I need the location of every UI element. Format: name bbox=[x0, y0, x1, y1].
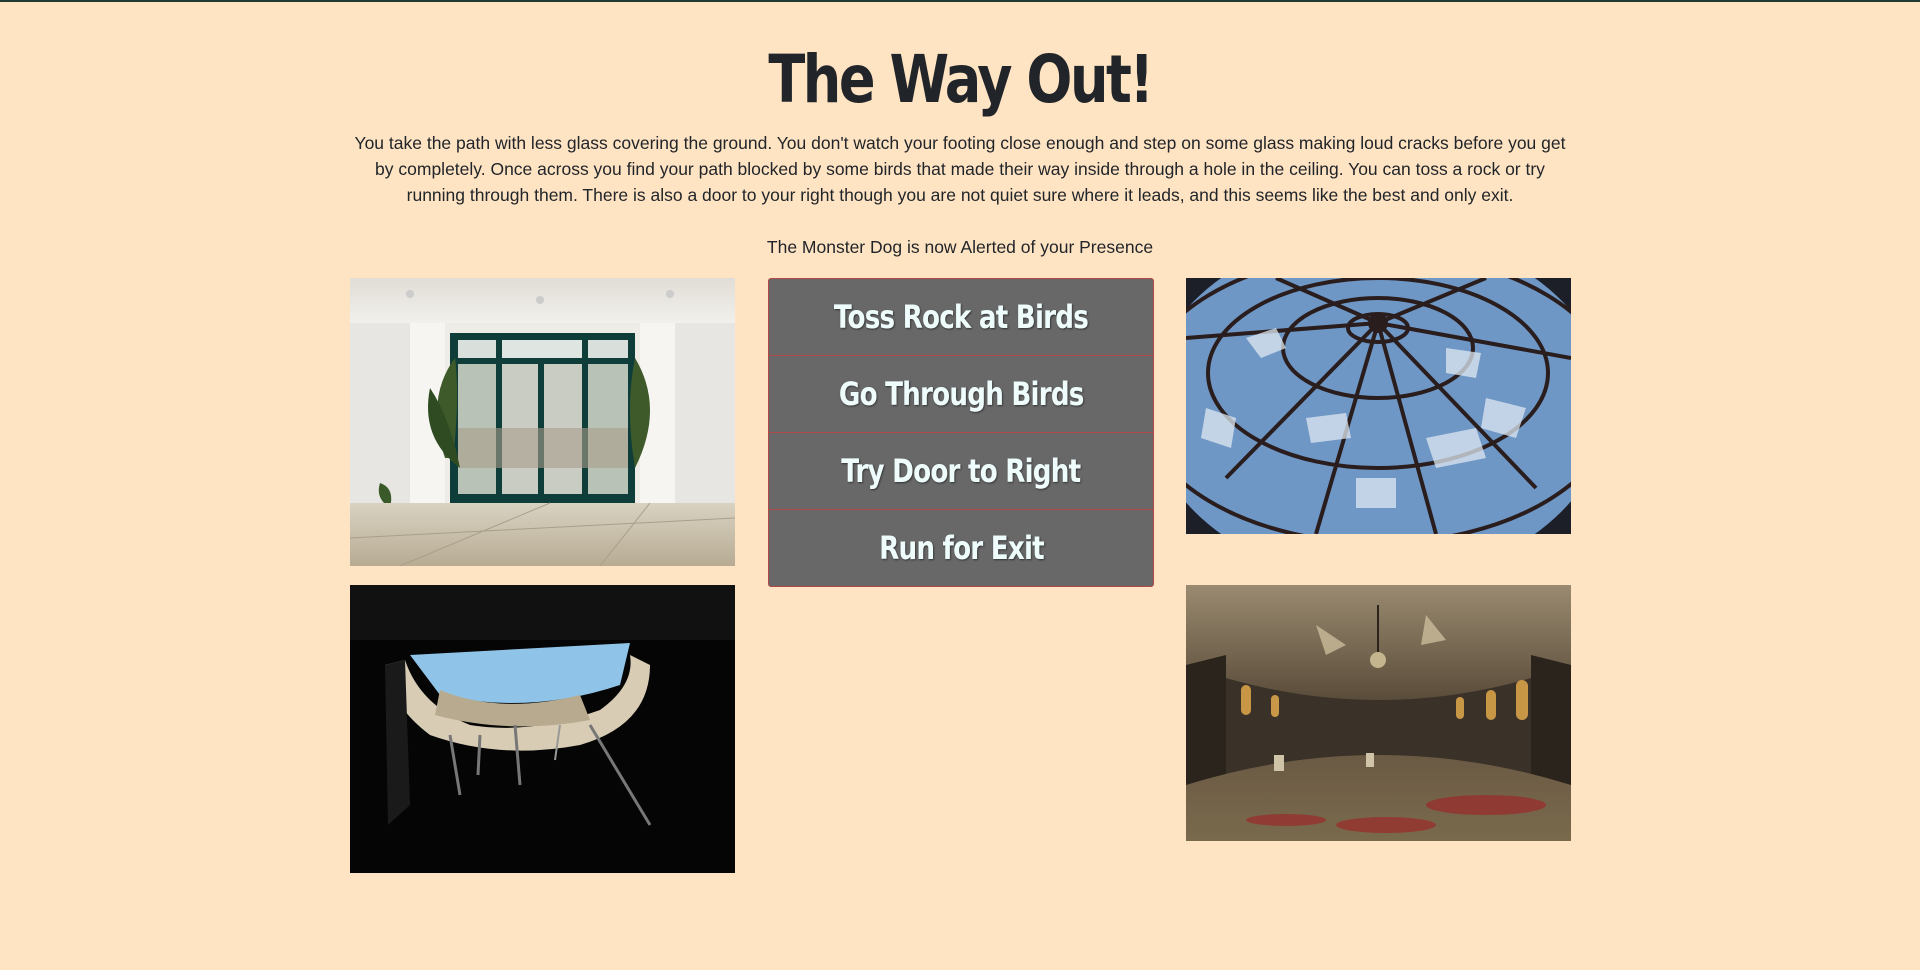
alert-text: The Monster Dog is now Alerted of your P… bbox=[766, 237, 1154, 257]
story-text: You take the path with less glass coveri… bbox=[354, 133, 1566, 205]
ceiling-hole-photo bbox=[350, 585, 735, 873]
toss-rock-at-birds-button[interactable]: Toss Rock at Birds bbox=[769, 279, 1153, 356]
broken-glass-dome-photo bbox=[1186, 278, 1571, 534]
choice-button-group: Toss Rock at Birds Go Through Birds Try … bbox=[768, 278, 1154, 587]
game-page: The Way Out! You take the path with less… bbox=[0, 0, 1920, 970]
choice-label: Toss Rock at Birds bbox=[833, 298, 1089, 336]
choice-label: Run for Exit bbox=[878, 529, 1045, 567]
choice-label: Try Door to Right bbox=[841, 452, 1081, 490]
try-door-to-right-button[interactable]: Try Door to Right bbox=[769, 433, 1153, 510]
top-border bbox=[0, 0, 1920, 2]
abandoned-glass-doors-photo bbox=[350, 278, 735, 566]
choice-label: Go Through Birds bbox=[838, 375, 1085, 413]
abandoned-ballroom-photo bbox=[1186, 585, 1571, 841]
run-for-exit-button[interactable]: Run for Exit bbox=[769, 510, 1153, 586]
page-title: The Way Out! bbox=[768, 41, 1154, 118]
go-through-birds-button[interactable]: Go Through Birds bbox=[769, 356, 1153, 433]
